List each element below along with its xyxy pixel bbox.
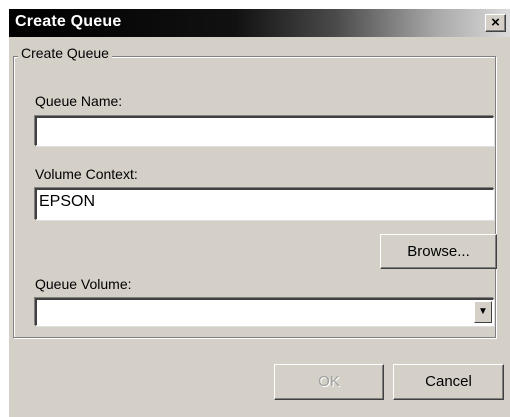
close-icon: × [491, 14, 500, 31]
cancel-button[interactable]: Cancel [393, 364, 504, 400]
close-button[interactable]: × [485, 14, 506, 32]
queue-volume-dropdown[interactable]: ▼ [35, 298, 494, 326]
queue-name-label: Queue Name: [35, 93, 123, 109]
volume-context-field[interactable]: EPSON [35, 188, 494, 220]
browse-button[interactable]: Browse... [380, 234, 497, 269]
dialog-title: Create Queue [15, 13, 122, 30]
queue-volume-label: Queue Volume: [35, 276, 132, 292]
ok-button[interactable]: OK [274, 364, 384, 400]
chevron-down-icon[interactable]: ▼ [474, 301, 492, 323]
title-bar[interactable]: Create Queue × [9, 9, 510, 37]
groupbox-legend: Create Queue [18, 45, 112, 61]
queue-name-field[interactable] [35, 116, 494, 146]
volume-context-label: Volume Context: [35, 166, 138, 182]
